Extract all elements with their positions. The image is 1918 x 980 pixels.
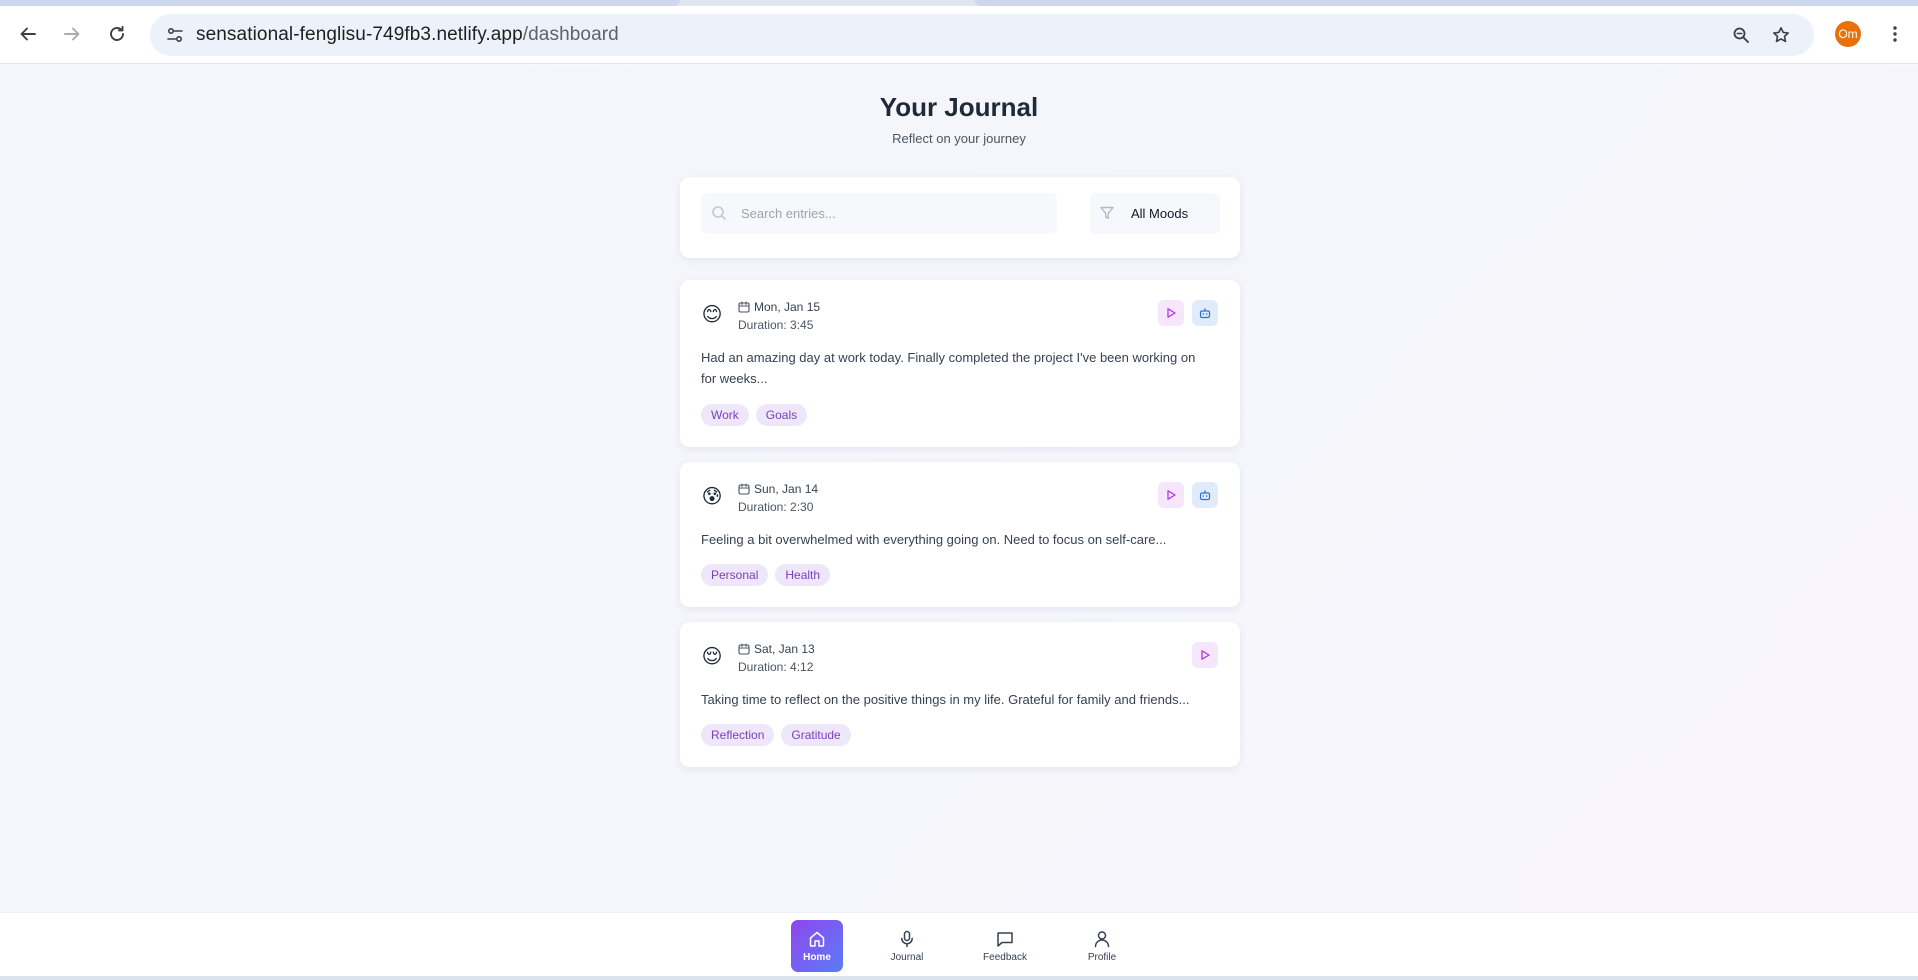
nav-label: Profile [1087,951,1117,963]
tag-chip[interactable]: Personal [701,564,769,586]
mood-filter-select[interactable]: All Moods [1090,193,1220,234]
home-icon [809,931,825,947]
entry-date: Mon, Jan 15 [754,300,821,314]
zoom-icon [1733,27,1749,43]
entry-text: Had an amazing day at work today. Finall… [701,350,1196,386]
mood-anxious-icon: 😰 [701,486,723,508]
ai-insights-button[interactable] [1192,300,1218,326]
tag-chip[interactable]: Work [701,404,749,426]
entry-tags: Personal Health [701,564,831,586]
search-field[interactable] [701,193,1057,234]
mood-happy-icon: 😊 [701,304,723,326]
journal-entry-card[interactable]: 😌 Sat, Jan 13 Duration: 4:12 Taking time… [680,622,1240,767]
site-info-button[interactable] [160,20,190,50]
mood-filter-value: All Moods [1131,206,1189,221]
entry-text: Taking time to reflect on the positive t… [701,692,1190,707]
calendar-icon [738,643,750,655]
tag-chip[interactable]: Goals [755,404,808,426]
bookmark-button[interactable] [1766,20,1796,50]
entry-tags: Reflection Gratitude [701,724,851,746]
message-icon [997,931,1013,947]
arrow-right-icon [64,27,80,41]
play-button[interactable] [1158,482,1184,508]
entry-date: Sat, Jan 13 [754,642,815,656]
nav-label: Feedback [983,951,1027,963]
tag-chip[interactable]: Reflection [701,724,775,746]
play-button[interactable] [1158,300,1184,326]
nav-label: Home [803,951,831,963]
entry-text: Feeling a bit overwhelmed with everythin… [701,532,1167,547]
calendar-icon [738,301,750,313]
bottom-navigation: Home Journal Feedback Profile [0,912,1918,976]
microphone-icon [901,930,913,947]
browser-toolbar: sensational-fenglisu-749fb3.netlify.app/… [0,6,1918,64]
page-title: Your Journal [879,92,1039,122]
ai-insights-button[interactable] [1192,482,1218,508]
address-bar[interactable]: sensational-fenglisu-749fb3.netlify.app/… [150,14,1814,56]
nav-feedback[interactable]: Feedback [979,920,1031,972]
reload-button[interactable] [99,16,135,52]
entry-date-row: Sun, Jan 14 [738,482,818,496]
entry-duration: Duration: 2:30 [738,500,814,514]
journal-entry-card[interactable]: 😰 Sun, Jan 14 Duration: 2:30 Feeling a b… [680,462,1240,607]
forward-button[interactable] [54,16,90,52]
window-bottom-edge [0,976,1918,980]
tag-chip[interactable]: Gratitude [781,724,851,746]
search-icon [712,206,726,220]
robot-icon [1199,308,1211,319]
entry-date-row: Mon, Jan 15 [738,300,820,314]
journal-entry-card[interactable]: 😊 Mon, Jan 15 Duration: 3:45 Had an amaz… [680,280,1240,447]
user-icon [1094,930,1110,947]
play-icon [1167,308,1176,318]
nav-journal[interactable]: Journal [881,920,933,972]
nav-label: Journal [890,951,924,963]
entry-duration: Duration: 3:45 [738,318,814,332]
zoom-button[interactable] [1726,20,1756,50]
play-icon [1201,650,1210,660]
entry-date: Sun, Jan 14 [754,482,819,496]
profile-avatar[interactable]: Om [1835,21,1861,47]
tag-chip[interactable]: Health [775,564,831,586]
nav-home[interactable]: Home [791,920,843,972]
filter-icon [1100,206,1114,219]
entry-date-row: Sat, Jan 13 [738,642,815,656]
robot-icon [1199,490,1211,501]
back-button[interactable] [10,16,46,52]
star-icon [1773,27,1789,43]
entry-duration: Duration: 4:12 [738,660,814,674]
tune-icon [167,27,183,43]
mood-calm-icon: 😌 [701,646,723,668]
entry-tags: Work Goals [701,404,808,426]
more-vertical-icon [1893,26,1897,42]
dashboard-page: Your Journal Reflect on your journey All… [0,65,1918,912]
reload-icon [110,25,124,41]
url-text[interactable]: sensational-fenglisu-749fb3.netlify.app/… [196,14,619,56]
play-icon [1167,490,1176,500]
url-path: /dashboard [522,24,619,45]
search-filter-card: All Moods [680,177,1240,258]
browser-menu-button[interactable] [1880,18,1910,50]
page-subtitle: Reflect on your journey [892,131,1026,146]
arrow-left-icon [20,27,36,41]
calendar-icon [738,483,750,495]
play-button[interactable] [1192,642,1218,668]
search-input[interactable] [741,193,1041,234]
nav-profile[interactable]: Profile [1076,920,1128,972]
url-host: sensational-fenglisu-749fb3.netlify.app [196,24,523,45]
